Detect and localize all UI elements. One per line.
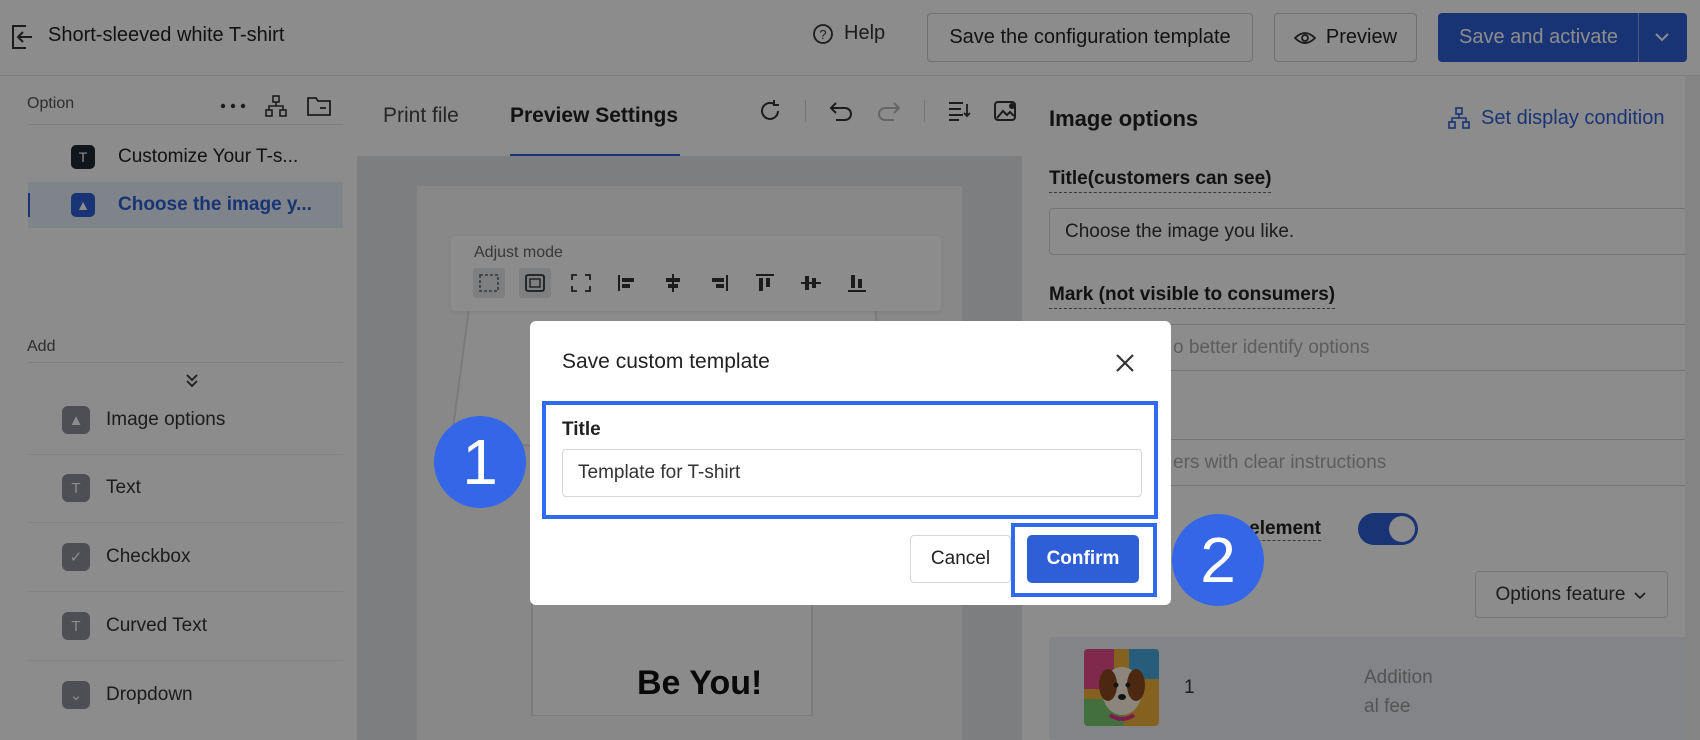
confirm-highlight-box [1011,523,1157,597]
dialog-title: Save custom template [562,350,770,373]
step-1-badge: 1 [434,416,526,508]
step-2-badge: 2 [1172,514,1264,606]
close-icon[interactable] [1111,349,1139,377]
cancel-button[interactable]: Cancel [910,535,1011,583]
title-highlight-box [542,401,1158,519]
